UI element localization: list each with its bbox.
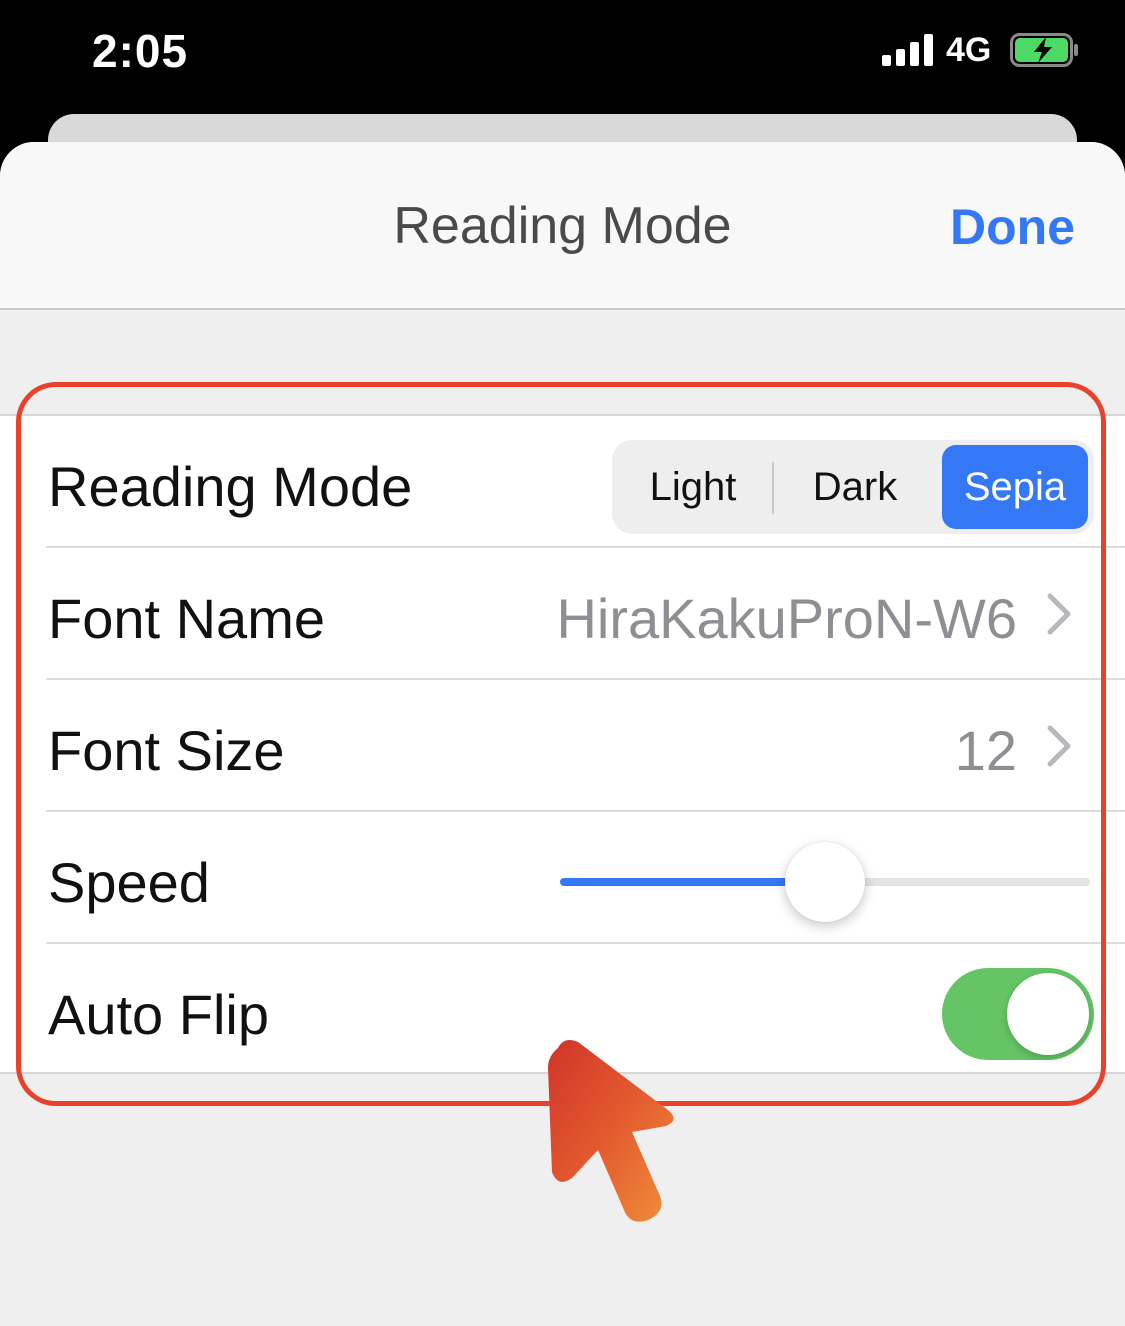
segment-light[interactable]: Light (616, 445, 770, 529)
font-name-label: Font Name (48, 587, 325, 650)
signal-icon (882, 34, 934, 66)
font-size-value: 12 (954, 719, 1017, 782)
speed-slider[interactable] (560, 842, 1090, 922)
reading-mode-segmented-control[interactable]: Light Dark Sepia (612, 440, 1094, 534)
status-time: 2:05 (92, 25, 189, 77)
speed-label: Speed (48, 851, 210, 914)
auto-flip-toggle[interactable] (942, 968, 1094, 1060)
toggle-knob (1007, 973, 1089, 1055)
font-name-row[interactable]: Font Name HiraKakuProN-W6 (0, 548, 1125, 680)
phone-screen: 2:05 4G Reading Mode Done Reading Mode L… (0, 0, 1125, 1326)
slider-thumb[interactable] (785, 842, 865, 922)
network-type: 4G (946, 31, 992, 69)
status-bar: 2:05 4G (0, 0, 1125, 112)
speed-row: Speed (0, 812, 1125, 944)
font-size-row[interactable]: Font Size 12 (0, 680, 1125, 812)
chevron-right-icon (1047, 593, 1071, 635)
navigation-bar: Reading Mode Done (0, 142, 1125, 310)
font-size-label: Font Size (48, 719, 285, 782)
auto-flip-label: Auto Flip (48, 983, 269, 1046)
reading-mode-label: Reading Mode (48, 455, 413, 518)
segment-dark[interactable]: Dark (778, 445, 932, 529)
battery-charging-icon (1010, 33, 1078, 67)
font-name-value: HiraKakuProN-W6 (556, 587, 1017, 650)
reading-mode-sheet: Reading Mode Done Reading Mode Light Dar… (0, 142, 1125, 1326)
segment-divider (772, 462, 774, 514)
segment-sepia[interactable]: Sepia (942, 445, 1088, 529)
done-button[interactable]: Done (950, 198, 1075, 256)
chevron-right-icon (1047, 725, 1071, 767)
settings-group: Reading Mode Light Dark Sepia Font Name … (0, 414, 1125, 1074)
auto-flip-row: Auto Flip (0, 944, 1125, 1076)
reading-mode-row: Reading Mode Light Dark Sepia (0, 416, 1125, 548)
